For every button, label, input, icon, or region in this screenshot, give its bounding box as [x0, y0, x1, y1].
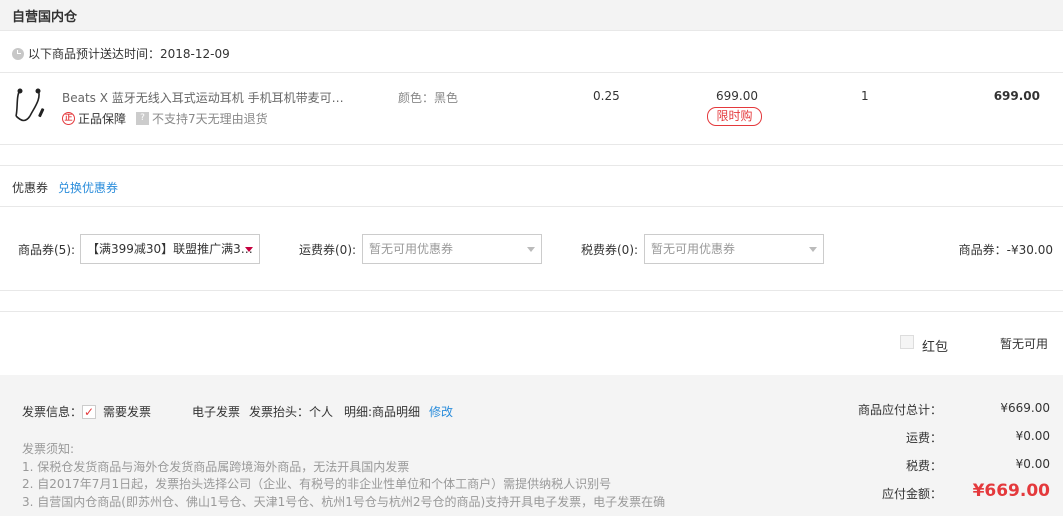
invoice-note: 3. 自营国内仓商品(即苏州仓、佛山1号仓、天津1号仓、杭州1号仓与杭州2号仓的… — [22, 494, 666, 509]
shipping-coupon-label: 运费券(0): — [299, 243, 357, 257]
invoice-head: 发票抬头：个人 — [249, 405, 334, 419]
invoice-note: 1. 保税仓发货商品与海外仓发货商品属跨境海外商品，无法开具国内发票 — [22, 459, 410, 474]
product-image[interactable] — [12, 86, 52, 126]
clock-icon — [12, 47, 24, 60]
order-confirm-page: 自营国内仓 以下商品预计送达时间：2018-12-09 Beats X 蓝牙无线… — [0, 0, 1063, 516]
product-weight: 0.25 — [593, 89, 620, 103]
tax-value: ¥0.00 — [1015, 457, 1050, 471]
divider — [0, 165, 1063, 166]
redpack-status: 暂无可用 — [1000, 337, 1049, 351]
guarantee-badge: 正 正品保障 — [62, 110, 126, 127]
delivery-text: 以下商品预计送达时间：2018-12-09 — [28, 47, 230, 61]
invoice-notes: 发票须知: 1. 保税仓发货商品与海外仓发货商品属跨境海外商品，无法开具国内发票… — [22, 441, 665, 511]
no-return-icon: ? — [136, 112, 149, 125]
invoice-note: 2. 自2017年7月1日起，发票抬头选择公司（企业、有税号的非企业性单位和个体… — [22, 477, 612, 491]
flash-sale-tag: 限时购 — [707, 107, 762, 126]
redpack-checkbox[interactable] — [900, 335, 914, 349]
goods-total-value: ¥669.00 — [1000, 401, 1050, 415]
coupon-discount-summary: 商品券：-¥30.00 — [958, 243, 1053, 257]
divider — [0, 72, 1063, 73]
chevron-down-icon — [527, 247, 535, 252]
guarantee-icon: 正 — [62, 112, 75, 125]
payable-label: 应付金额： — [881, 487, 942, 501]
product-subtotal: 699.00 — [993, 89, 1040, 103]
warehouse-header — [0, 0, 1063, 30]
no-return-label: 不支持7天无理由退货 — [152, 112, 268, 126]
chevron-down-icon — [809, 247, 817, 252]
guarantee-label: 正品保障 — [78, 112, 127, 126]
product-name[interactable]: Beats X 蓝牙无线入耳式运动耳机 手机耳机带麦可… — [62, 89, 347, 106]
exchange-coupon-link[interactable]: 兑换优惠券 — [58, 179, 118, 196]
goods-coupon-value: 【满399减30】联盟推广满3… — [87, 242, 253, 256]
goods-coupon-label: 商品券(5): — [18, 243, 76, 257]
payable-amount: ¥669.00 — [972, 481, 1050, 501]
divider — [0, 30, 1063, 31]
delivery-info: 以下商品预计送达时间：2018-12-09 — [12, 45, 230, 62]
warehouse-title: 自营国内仓 — [12, 10, 78, 25]
tax-coupon-value: 暂无可用优惠券 — [651, 242, 736, 256]
divider — [0, 144, 1063, 145]
no-return-badge: ? 不支持7天无理由退货 — [136, 110, 268, 127]
divider — [0, 290, 1063, 291]
divider — [0, 206, 1063, 207]
chevron-down-icon — [245, 247, 253, 252]
shipping-fee-label: 运费： — [905, 431, 942, 445]
invoice-notes-title: 发票须知: — [22, 442, 75, 456]
tax-coupon-label: 税费券(0): — [581, 243, 639, 257]
divider — [0, 311, 1063, 312]
redpack-label: 红包 — [922, 340, 949, 355]
shipping-coupon-value: 暂无可用优惠券 — [369, 242, 454, 256]
invoice-type: 电子发票 — [192, 405, 241, 419]
product-color: 颜色：黑色 — [398, 91, 459, 105]
goods-total-label: 商品应付总计： — [857, 403, 942, 417]
invoice-detail: 明细:商品明细 — [344, 405, 421, 419]
product-price: 699.00 — [716, 89, 758, 103]
invoice-edit-link[interactable]: 修改 — [429, 403, 453, 420]
invoice-label: 发票信息： — [22, 405, 83, 419]
invoice-need-label: 需要发票 — [103, 405, 152, 419]
invoice-checkbox[interactable]: ✓ — [82, 405, 96, 419]
shipping-coupon-select[interactable]: 暂无可用优惠券 — [362, 234, 542, 264]
shipping-fee-value: ¥0.00 — [1015, 429, 1050, 443]
product-quantity: 1 — [861, 89, 869, 103]
tax-label: 税费： — [905, 459, 942, 473]
goods-coupon-select[interactable]: 【满399减30】联盟推广满3… — [80, 234, 260, 264]
tax-coupon-select[interactable]: 暂无可用优惠券 — [644, 234, 824, 264]
coupon-title: 优惠券 — [12, 181, 49, 195]
